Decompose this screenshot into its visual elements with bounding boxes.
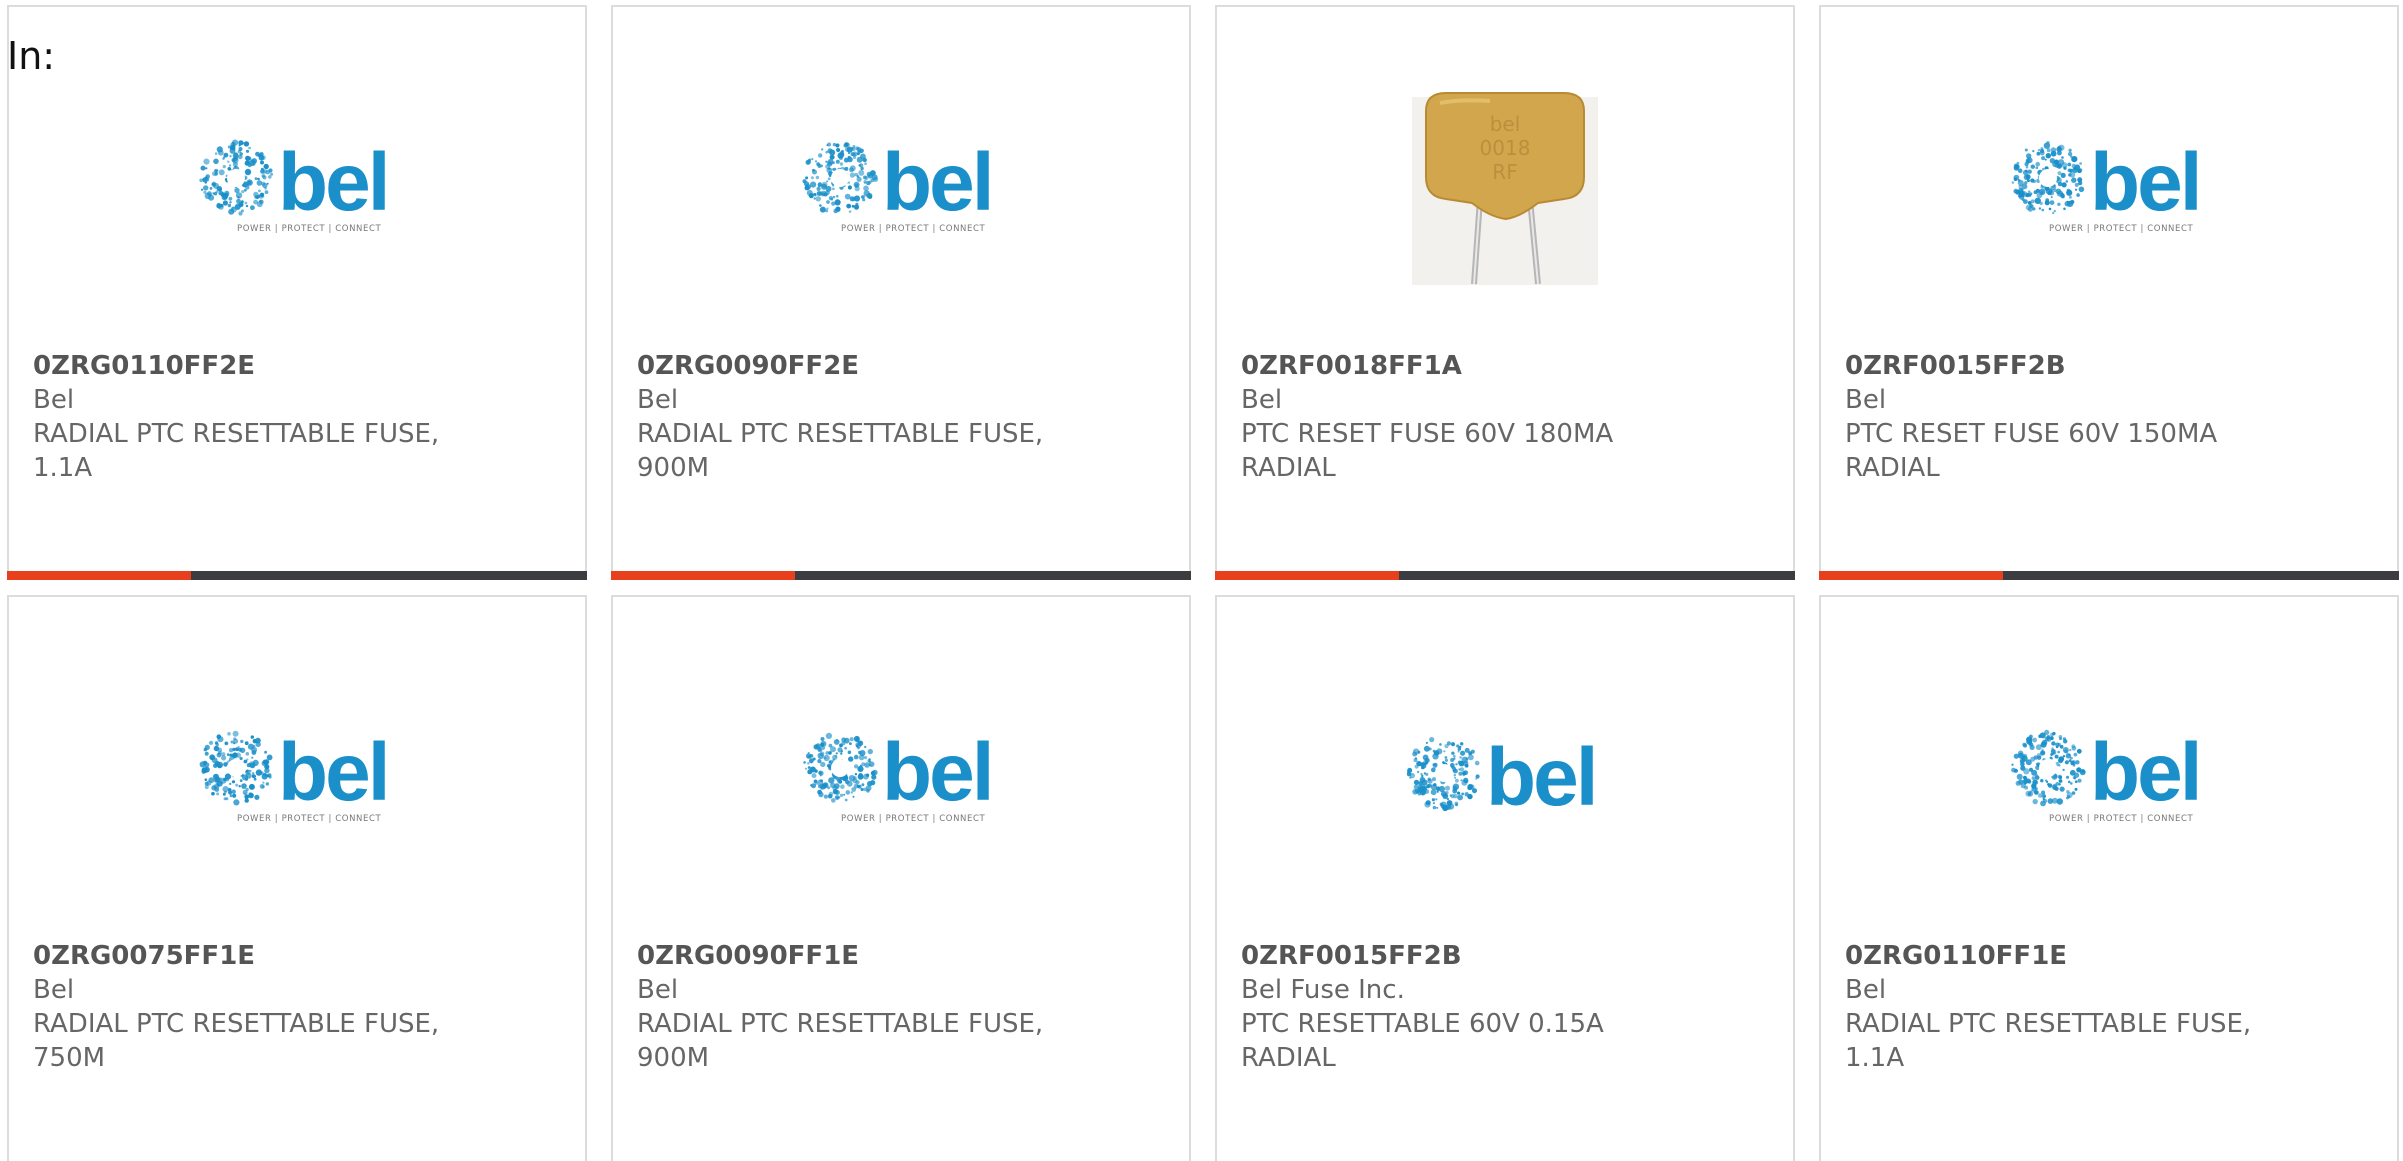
part-number-link[interactable]: 0ZRG0075FF1E — [33, 939, 463, 973]
svg-text:bel: bel — [1490, 112, 1521, 136]
bel-logo-wordmark: bel — [278, 137, 387, 228]
svg-text:RF: RF — [1492, 160, 1517, 184]
product-card[interactable]: bel POWER | PROTECT | CONNECT 0ZRG0075FF… — [7, 595, 587, 1161]
product-info: 0ZRG0110FF1E Bel RADIAL PTC RESETTABLE FUS… — [1845, 939, 2275, 1075]
product-description: RADIAL PTC RESETTABLE FUSE, 900M — [637, 419, 1044, 483]
product-card[interactable]: bel 0ZRF0015FF2B Bel Fuse Inc. PTC RESETTA… — [1215, 595, 1795, 1161]
product-info: 0ZRG0110FF2E Bel RADIAL PTC RESETTABLE FUS… — [33, 349, 463, 485]
part-number-link[interactable]: 0ZRG0090FF1E — [637, 939, 1067, 973]
product-grid: bel POWER | PROTECT | CONNECT 0ZRG0110FF… — [7, 5, 2399, 1161]
manufacturer-name: Bel — [33, 385, 75, 415]
bel-logo-wordmark: bel — [2090, 137, 2199, 228]
product-info: 0ZRF0018FF1A Bel PTC RESET FUSE 60V 180MA … — [1241, 349, 1671, 485]
product-card[interactable]: bel POWER | PROTECT | CONNECT 0ZRG0110FF… — [1819, 595, 2399, 1161]
bel-logo-tagline: POWER | PROTECT | CONNECT — [841, 814, 985, 824]
manufacturer-name: Bel — [1241, 385, 1283, 415]
manufacturer-name: Bel Fuse Inc. — [1241, 975, 1405, 1005]
manufacturer-name: Bel — [33, 975, 75, 1005]
product-card[interactable]: bel POWER | PROTECT | CONNECT 0ZRG0110FF… — [7, 5, 587, 580]
bel-logo-image[interactable]: bel POWER | PROTECT | CONNECT — [1821, 79, 2397, 289]
product-card[interactable]: bel POWER | PROTECT | CONNECT 0ZRG0090FF… — [611, 595, 1191, 1161]
bel-logo-mark — [803, 732, 878, 803]
bel-logo-tagline: POWER | PROTECT | CONNECT — [841, 224, 985, 234]
product-info: 0ZRG0090FF2E Bel RADIAL PTC RESETTABLE FUS… — [637, 349, 1067, 485]
bel-logo-tagline: POWER | PROTECT | CONNECT — [2049, 224, 2193, 234]
bel-logo-image[interactable]: bel — [1217, 669, 1793, 879]
bel-logo-tagline: POWER | PROTECT | CONNECT — [237, 224, 381, 234]
card-bottom-bar — [611, 571, 1191, 580]
card-accent-bar — [7, 571, 191, 580]
bel-logo-mark — [2011, 729, 2086, 807]
bel-logo-wordmark: bel — [882, 137, 991, 228]
product-info: 0ZRG0075FF1E Bel RADIAL PTC RESETTABLE FUS… — [33, 939, 463, 1075]
in-filter-label: In: — [7, 34, 56, 78]
card-accent-bar — [1215, 571, 1399, 580]
bel-logo-image[interactable]: bel POWER | PROTECT | CONNECT — [1821, 669, 2397, 879]
bel-logo-image[interactable]: bel POWER | PROTECT | CONNECT — [613, 79, 1189, 289]
bel-logo-image[interactable]: bel POWER | PROTECT | CONNECT — [9, 79, 585, 289]
part-number-link[interactable]: 0ZRF0015FF2B — [1241, 939, 1671, 973]
card-accent-bar — [1819, 571, 2003, 580]
part-number-link[interactable]: 0ZRF0015FF2B — [1845, 349, 2275, 383]
part-number-link[interactable]: 0ZRG0090FF2E — [637, 349, 1067, 383]
card-accent-bar — [611, 571, 795, 580]
product-photo[interactable]: bel 0018 RF — [1217, 79, 1793, 289]
product-description: RADIAL PTC RESETTABLE FUSE, 900M — [637, 1009, 1044, 1073]
bel-logo-image[interactable]: bel POWER | PROTECT | CONNECT — [613, 669, 1189, 879]
bel-logo-tagline: POWER | PROTECT | CONNECT — [237, 814, 381, 824]
card-bottom-bar — [1215, 571, 1795, 580]
product-card[interactable]: bel POWER | PROTECT | CONNECT 0ZRF0015FF… — [1819, 5, 2399, 580]
bel-logo-tagline: POWER | PROTECT | CONNECT — [2049, 814, 2193, 824]
part-number-link[interactable]: 0ZRG0110FF2E — [33, 349, 463, 383]
product-info: 0ZRF0015FF2B Bel PTC RESET FUSE 60V 150MA … — [1845, 349, 2275, 485]
product-card[interactable]: bel POWER | PROTECT | CONNECT 0ZRG0090FF… — [611, 5, 1191, 580]
bel-logo-wordmark: bel — [278, 727, 387, 818]
bel-logo-wordmark: bel — [882, 727, 991, 818]
product-card[interactable]: bel 0018 RF 0ZRF0018FF1A Bel PTC RESET FUS… — [1215, 5, 1795, 580]
card-bottom-bar — [1819, 571, 2399, 580]
bel-logo-mark — [2011, 141, 2085, 215]
product-info: 0ZRF0015FF2B Bel Fuse Inc. PTC RESETTABLE … — [1241, 939, 1671, 1075]
svg-text:0018: 0018 — [1480, 136, 1531, 160]
bel-logo-mark — [199, 139, 274, 216]
product-description: PTC RESET FUSE 60V 180MA RADIAL — [1241, 419, 1614, 483]
part-number-link[interactable]: 0ZRG0110FF1E — [1845, 939, 2275, 973]
product-listing-page: In: bel POWER | PROTECT | CONNECT 0ZRG01… — [0, 0, 2403, 1161]
manufacturer-name: Bel — [1845, 975, 1887, 1005]
bel-logo-mark — [1406, 737, 1480, 812]
product-description: RADIAL PTC RESETTABLE FUSE, 1.1A — [1845, 1009, 2252, 1073]
manufacturer-name: Bel — [637, 975, 679, 1005]
product-description: RADIAL PTC RESETTABLE FUSE, 1.1A — [33, 419, 440, 483]
manufacturer-name: Bel — [1845, 385, 1887, 415]
product-description: RADIAL PTC RESETTABLE FUSE, 750M — [33, 1009, 440, 1073]
bel-logo-image[interactable]: bel POWER | PROTECT | CONNECT — [9, 669, 585, 879]
bel-logo-mark — [199, 730, 273, 806]
product-info: 0ZRG0090FF1E Bel RADIAL PTC RESETTABLE FUS… — [637, 939, 1067, 1075]
bel-logo-wordmark: bel — [1486, 732, 1595, 819]
card-bottom-bar — [7, 571, 587, 580]
part-number-link[interactable]: 0ZRF0018FF1A — [1241, 349, 1671, 383]
bel-logo-wordmark: bel — [2090, 727, 2199, 818]
product-description: PTC RESETTABLE 60V 0.15A RADIAL — [1241, 1009, 1604, 1073]
product-description: PTC RESET FUSE 60V 150MA RADIAL — [1845, 419, 2218, 483]
manufacturer-name: Bel — [637, 385, 679, 415]
bel-logo-mark — [802, 142, 879, 214]
